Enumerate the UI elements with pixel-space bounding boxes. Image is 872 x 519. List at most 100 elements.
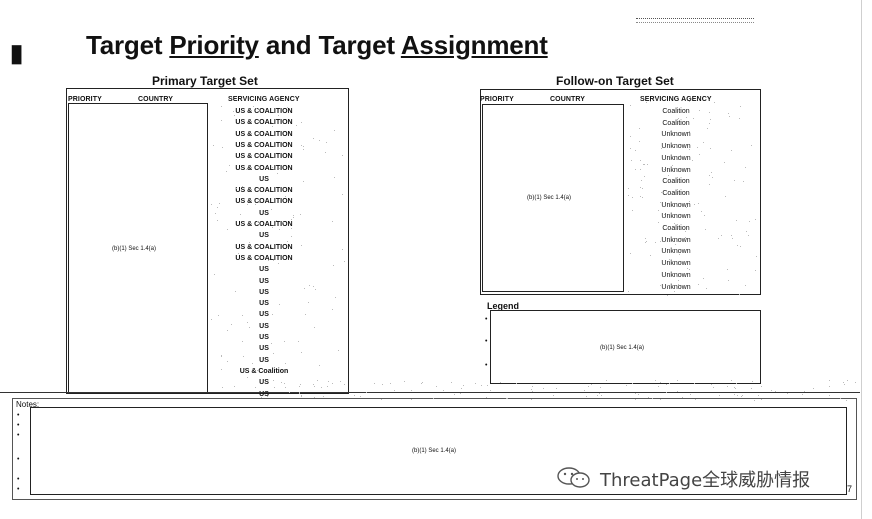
scan-speckle [211,319,213,321]
scan-speckle [556,388,558,390]
scan-speckle [697,202,699,204]
followon-agency-row-1: Coalition [662,108,690,115]
scan-speckle [629,147,631,149]
scan-speckle [314,289,316,291]
notes-bullet-3: • [17,432,20,439]
scan-speckle [281,382,283,384]
scan-speckle [713,387,715,389]
scan-speckle [692,118,694,120]
scan-speckle [735,219,737,221]
scan-speckle [732,238,734,240]
scan-speckle [241,340,243,342]
scan-speckle [258,201,260,203]
scan-speckle [233,385,235,387]
scan-speckle [606,380,608,382]
scan-speckle [641,180,643,182]
scan-speckle [730,235,732,237]
scan-speckle [660,147,662,149]
scan-speckle [754,270,756,272]
scan-speckle [708,174,710,176]
primary-classification-mark: (b)(1) Sec 1.4(a) [112,246,157,252]
scan-speckle [694,398,696,400]
scan-speckle [698,154,700,156]
title-part-4: Assignment [400,30,548,60]
scan-speckle [629,104,631,106]
scan-speckle [754,218,756,220]
scan-speckle [689,394,691,396]
scan-speckle [804,390,806,392]
scan-speckle [297,340,299,342]
chat-bubble-icon [557,467,590,488]
scan-speckle [645,241,647,243]
scan-speckle [303,148,305,150]
scan-speckle [673,290,675,292]
scan-speckle [235,188,237,190]
scan-speckle [318,365,320,367]
scan-speckle [288,392,290,394]
primary-agency-row-12: US [259,232,269,240]
scan-speckle [639,168,641,170]
followon-agency-row-5: Unknown [661,154,691,162]
scan-speckle [703,142,705,143]
scan-speckle [697,283,699,285]
scan-speckle [285,195,287,197]
scan-speckle [532,390,534,392]
scan-speckle [275,220,277,222]
scan-speckle [291,236,293,238]
primary-agency-row-13: US & COALITION [235,243,293,251]
scan-speckle [271,246,273,248]
scan-speckle [256,369,258,371]
scan-speckle [272,260,274,262]
scan-speckle [710,148,712,150]
scan-speckle [220,355,222,357]
scan-speckle [631,209,633,211]
scan-speckle [272,227,274,229]
scan-speckle [726,269,728,271]
primary-agency-row-22: US [259,345,269,353]
scan-speckle [270,343,272,345]
scan-speckle [531,385,533,387]
scan-speckle [844,383,846,385]
scan-speckle [601,395,603,397]
scan-speckle [274,168,276,170]
scan-speckle [253,106,255,108]
primary-set-label: Primary Target Set [152,74,258,88]
scan-speckle [435,386,437,388]
primary-agency-row-2: US & COALITION [235,119,293,127]
scan-speckle [586,396,588,398]
scan-speckle [270,209,272,211]
scan-speckle [644,242,646,244]
primary-col-priority: PRIORITY [68,96,102,103]
scan-speckle [290,227,292,229]
scan-speckle [749,220,751,222]
scan-speckle [235,290,237,292]
scan-speckle [257,220,259,222]
scan-speckle [665,391,667,393]
scan-speckle [233,110,235,112]
scan-speckle [596,395,598,397]
scan-speckle [265,247,267,249]
scan-speckle [752,381,754,383]
scan-speckle [727,280,729,282]
scan-speckle [339,381,341,383]
scan-speckle [630,160,632,162]
page-title: Target Priority and Target Assignment [86,30,548,61]
scan-speckle [637,394,639,396]
scan-speckle [278,115,280,117]
scan-speckle [659,381,661,383]
scan-speckle [675,244,677,246]
scan-speckle [284,340,286,342]
notes-divider-line [0,392,860,393]
scan-speckle [228,164,230,166]
scan-speckle [301,352,303,354]
scan-speckle [263,109,265,111]
followon-agency-row-14: Unknown [661,260,691,268]
scan-speckle [711,172,713,174]
scan-speckle [291,219,293,221]
scan-speckle [717,237,719,239]
scan-speckle [296,125,298,127]
scan-speckle [326,142,328,144]
scan-speckle [845,399,847,401]
scan-speckle [319,139,321,141]
legend-bullet-3: • [485,362,488,369]
